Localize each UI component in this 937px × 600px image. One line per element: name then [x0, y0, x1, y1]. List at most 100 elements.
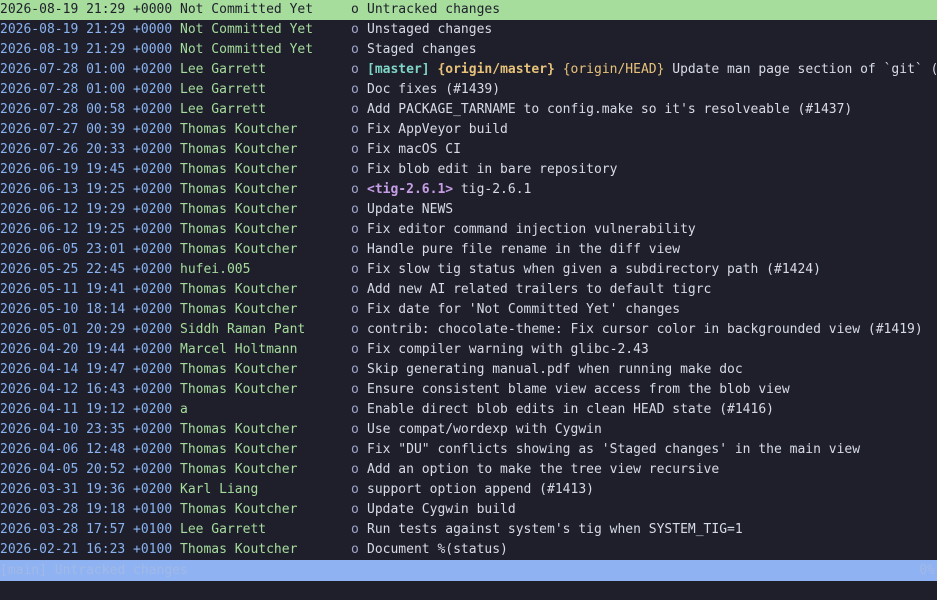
- commit-row[interactable]: 2026-04-14 19:47 +0200 Thomas Koutcher o Sk…: [0, 360, 937, 380]
- commit-message-line: Unstaged changes: [367, 20, 492, 40]
- commit-row[interactable]: 2026-06-19 19:45 +0200 Thomas Koutcher o Fi…: [0, 160, 937, 180]
- commit-graph-node: o: [351, 42, 359, 57]
- commit-author: Not Committed Yet: [180, 42, 314, 57]
- commit-message-line: Untracked changes: [367, 0, 500, 20]
- commit-date: 2026-07-28 01:00 +0200: [0, 82, 173, 97]
- commit-date: 2026-07-26 20:33 +0200: [0, 142, 173, 157]
- commit-graph-node: o: [351, 322, 359, 337]
- commit-row[interactable]: 2026-07-26 20:33 +0200 Thomas Koutcher o Fi…: [0, 140, 937, 160]
- status-bar-view-info: [main] Untracked changes: [0, 563, 188, 578]
- commit-graph-node: o: [351, 382, 359, 397]
- commit-graph-node: o: [351, 22, 359, 37]
- commit-graph-node: o: [351, 362, 359, 377]
- commit-row[interactable]: 2026-05-25 22:45 +0200 hufei.005 o Fix slow…: [0, 260, 937, 280]
- commit-row[interactable]: 2026-03-31 19:36 +0200 Karl Liang o support…: [0, 480, 937, 500]
- commit-message-line: Staged changes: [367, 40, 477, 60]
- commit-row[interactable]: 2026-04-12 16:43 +0200 Thomas Koutcher o En…: [0, 380, 937, 400]
- commit-graph-node: o: [351, 462, 359, 477]
- commit-date: 2026-07-28 01:00 +0200: [0, 62, 173, 77]
- commit-author: Not Committed Yet: [180, 2, 314, 17]
- commit-message-line: support option append (#1413): [367, 480, 594, 500]
- commit-message-line: Fix AppVeyor build: [367, 120, 508, 140]
- commit-date: 2026-03-28 17:57 +0100: [0, 522, 173, 537]
- commit-subject: Fix "DU" conflicts showing as 'Staged ch…: [367, 442, 861, 457]
- commit-row[interactable]: 2026-07-28 01:00 +0200 Lee Garrett o Doc fi…: [0, 80, 937, 100]
- commit-date: 2026-07-28 00:58 +0200: [0, 102, 173, 117]
- commit-row[interactable]: 2026-04-20 19:44 +0200 Marcel Holtmann o Fi…: [0, 340, 937, 360]
- commit-message-line: Fix compiler warning with glibc-2.43: [367, 340, 649, 360]
- commit-message-line: Fix "DU" conflicts showing as 'Staged ch…: [367, 440, 860, 460]
- commit-graph-node: o: [351, 222, 359, 237]
- commit-author: Thomas Koutcher: [180, 202, 298, 217]
- commit-author: Lee Garrett: [180, 62, 267, 77]
- commit-graph-node: o: [351, 522, 359, 537]
- commit-row[interactable]: 2026-05-01 20:29 +0200 Siddh Raman Pant o c…: [0, 320, 937, 340]
- commit-row[interactable]: 2026-07-28 00:58 +0200 Lee Garrett o Add PA…: [0, 100, 937, 120]
- commit-row[interactable]: 2026-06-13 19:25 +0200 Thomas Koutcher o <t…: [0, 180, 937, 200]
- commit-date: 2026-02-21 16:23 +0100: [0, 542, 173, 557]
- commit-author: Thomas Koutcher: [180, 442, 298, 457]
- commit-date: 2026-06-12 19:25 +0200: [0, 222, 173, 237]
- commit-row[interactable]: 2026-06-12 19:25 +0200 Thomas Koutcher o Fi…: [0, 220, 937, 240]
- commit-row[interactable]: 2026-05-11 19:41 +0200 Thomas Koutcher o Ad…: [0, 280, 937, 300]
- commit-author: Karl Liang: [180, 482, 259, 497]
- commit-graph-node: o: [351, 422, 359, 437]
- commit-row[interactable]: 2026-04-10 23:35 +0200 Thomas Koutcher o Us…: [0, 420, 937, 440]
- commit-author: Thomas Koutcher: [180, 182, 298, 197]
- commit-message-line: Ensure consistent blame view access from…: [367, 380, 790, 400]
- command-line[interactable]: [0, 581, 937, 600]
- commit-author: Thomas Koutcher: [180, 302, 298, 317]
- commit-subject: contrib: chocolate-theme: Fix cursor col…: [367, 322, 923, 337]
- commit-author: Thomas Koutcher: [180, 362, 298, 377]
- commit-subject: support option append (#1413): [367, 482, 594, 497]
- commit-message-line: <tig-2.6.1> tig-2.6.1: [367, 180, 531, 200]
- tig-main-view: 2026-08-19 21:29 +0000 Not Committed Yet o…: [0, 0, 937, 600]
- commit-date: 2026-04-14 19:47 +0200: [0, 362, 173, 377]
- commit-message-line: Fix date for 'Not Committed Yet' changes: [367, 300, 680, 320]
- commit-date: 2026-04-20 19:44 +0200: [0, 342, 173, 357]
- commit-row[interactable]: 2026-06-05 23:01 +0200 Thomas Koutcher o Ha…: [0, 240, 937, 260]
- commit-message-line: Fix slow tig status when given a subdire…: [367, 260, 821, 280]
- commit-author: Thomas Koutcher: [180, 222, 298, 237]
- commit-date: 2026-04-10 23:35 +0200: [0, 422, 173, 437]
- commit-graph-node: o: [351, 182, 359, 197]
- commit-message-line: Document %(status): [367, 540, 508, 560]
- commit-subject: Use compat/wordexp with Cygwin: [367, 422, 602, 437]
- commit-row[interactable]: 2026-08-19 21:29 +0000 Not Committed Yet o…: [0, 20, 937, 40]
- commit-row[interactable]: 2026-06-12 19:29 +0200 Thomas Koutcher o Up…: [0, 200, 937, 220]
- commit-author: Lee Garrett: [180, 102, 267, 117]
- commit-graph-node: o: [351, 262, 359, 277]
- commit-row[interactable]: 2026-04-06 12:48 +0200 Thomas Koutcher o Fi…: [0, 440, 937, 460]
- commit-row[interactable]: 2026-07-28 01:00 +0200 Lee Garrett o [maste…: [0, 60, 937, 80]
- commit-author: Thomas Koutcher: [180, 162, 298, 177]
- commit-graph-node: o: [351, 342, 359, 357]
- commit-subject: Update NEWS: [367, 202, 454, 217]
- commit-author: Thomas Koutcher: [180, 282, 298, 297]
- commit-row[interactable]: 2026-03-28 17:57 +0100 Lee Garrett o Run te…: [0, 520, 937, 540]
- commit-author: hufei.005: [180, 262, 251, 277]
- commit-row-selected[interactable]: 2026-08-19 21:29 +0000 Not Committed Yet o…: [0, 0, 937, 20]
- commit-graph-node: o: [351, 122, 359, 137]
- commit-message-line: Use compat/wordexp with Cygwin: [367, 420, 602, 440]
- commit-graph-node: o: [351, 162, 359, 177]
- commit-row[interactable]: 2026-03-28 19:18 +0100 Thomas Koutcher o Up…: [0, 500, 937, 520]
- commit-author: Marcel Holtmann: [180, 342, 298, 357]
- commit-author: Thomas Koutcher: [180, 122, 298, 137]
- commit-row[interactable]: 2026-05-10 18:14 +0200 Thomas Koutcher o Fi…: [0, 300, 937, 320]
- ref-label-head: {origin/HEAD}: [562, 62, 665, 77]
- commit-row[interactable]: 2026-04-05 20:52 +0200 Thomas Koutcher o Ad…: [0, 460, 937, 480]
- commit-message-line: Handle pure file rename in the diff view: [367, 240, 680, 260]
- commit-graph-node: o: [351, 282, 359, 297]
- commit-row[interactable]: 2026-08-19 21:29 +0000 Not Committed Yet o…: [0, 40, 937, 60]
- commit-subject: Update man page section of `git` (: [672, 62, 937, 77]
- commit-row[interactable]: 2026-02-21 16:23 +0100 Thomas Koutcher o Do…: [0, 540, 937, 560]
- commit-date: 2026-08-19 21:29 +0000: [0, 42, 173, 57]
- commit-row[interactable]: 2026-07-27 00:39 +0200 Thomas Koutcher o Fi…: [0, 120, 937, 140]
- commit-log-list: 2026-08-19 21:29 +0000 Not Committed Yet o…: [0, 0, 937, 560]
- commit-subject: Fix macOS CI: [367, 142, 461, 157]
- commit-subject: Fix slow tig status when given a subdire…: [367, 262, 821, 277]
- commit-date: 2026-08-19 21:29 +0000: [0, 22, 173, 37]
- commit-subject: Document %(status): [367, 542, 508, 557]
- commit-graph-node: o: [351, 102, 359, 117]
- commit-row[interactable]: 2026-04-11 19:12 +0200 a o Enable direct bl…: [0, 400, 937, 420]
